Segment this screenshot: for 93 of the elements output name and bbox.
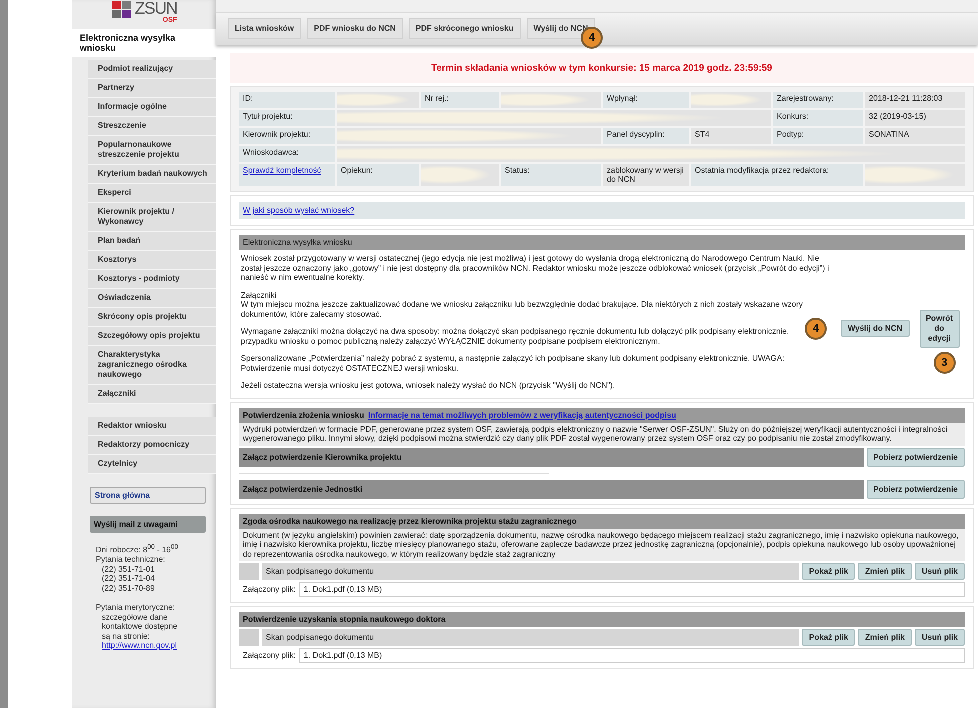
contact-text: (22) 351-71-04: [101, 574, 156, 584]
paragraph-text: Załączniki: [241, 290, 277, 300]
help-link[interactable]: W jaki sposób wysłać wniosek?: [243, 206, 355, 215]
download-button[interactable]: Pobierz potwierdzenie: [866, 480, 965, 498]
field-label: Opiekun:: [337, 164, 419, 186]
field-value: zablokowany w wersji do NCN: [603, 164, 689, 186]
description-text: Dokument (w języku angielskim) powinien zawierać: datę sporządzenia dokumentu, nazwę ośrodka naukowego będącego miejscem realizacji stażu zagranicznego, imię i nazwisko opiekuna naukowego, imię i nazwisko kierownika projektu, liczbę miesięcy planowanego stażu, oferowane zaplecze badawcze przez jednostkę zagraniczną (opcjonalnie), podpis opiekuna naukowego lub osoby upoważnionej do reprezentowania ośrodka naukowego, w którym realizowany będzie staż zagraniczny: [239, 528, 965, 561]
contact-text: kontaktowe dostępne: [101, 622, 179, 632]
file-bar: Skan podpisanego dokumentu: [262, 629, 800, 646]
sidebar-item[interactable]: Kierownik projektu / Wykonawcy: [88, 203, 216, 232]
step-number-badge: 4: [805, 318, 827, 340]
file-button[interactable]: Pokaż plik: [802, 563, 856, 580]
paragraph-text: W tym miejscu można jeszcze zaktualizować dodane we wniosku załączniku lub bezwzględnie dodać brakujące. Dla niektórych z nich zostały wskazane wzory dokumentów, które zalecamy stosować.: [241, 300, 804, 319]
action-button[interactable]: Wyślij do NCN: [841, 320, 910, 337]
file-button[interactable]: Usuń plik: [914, 629, 965, 646]
contact-text: szczegółowe dane: [101, 612, 169, 622]
field-label: Konkurs:: [773, 110, 863, 126]
deadline-banner: Termin składania wniosków w tym konkursie: 15 marca 2019 godz. 23:59:59: [230, 53, 974, 83]
field-value: 2018-12-21 11:28:03: [865, 92, 965, 108]
field-value: ST4: [691, 128, 771, 144]
sidebar-item[interactable]: Załączniki: [88, 385, 216, 404]
file-field: 1. Dok1.pdf (0,13 MB): [298, 648, 965, 663]
sidebar-item[interactable]: Informacje ogólne: [88, 98, 216, 117]
section-title: Potwierdzenia złożenia wniosku: [243, 410, 364, 420]
file-button[interactable]: Usuń plik: [914, 563, 965, 580]
field-label: Wpłynął:: [603, 92, 689, 108]
sidebar-item[interactable]: Streszczenie: [88, 117, 216, 136]
sidebar-item[interactable]: Kryterium badań naukowych: [88, 165, 216, 184]
file-bar: Skan podpisanego dokumentu: [262, 563, 800, 580]
file-button[interactable]: Zmień plik: [858, 563, 912, 580]
field-label: Status:: [501, 164, 601, 186]
tab[interactable]: Lista wniosków: [228, 18, 302, 39]
row-marker: [239, 563, 259, 580]
description-text: Wydruki potwierdzeń w formacie PDF, generowane przez system OSF, zawierają podpis elektroniczny o nazwie "Serwer OSF-ZSUN". Służy on do późniejszej weryfikacji autentyczności i integralności wygenerowanego pliku. Innymi słowy, dzięki podpisowi można stwierdzić czy dany plik PDF został wygenerowany przez system OSF oraz czy po podpisaniu nie został zmodyfikowany.: [239, 422, 965, 446]
contact-text: są na stronie:: [101, 632, 152, 642]
sidebar-item[interactable]: Podmiot realizujący: [88, 60, 216, 79]
contact-text: (22) 351-70-89: [101, 584, 156, 594]
contact-text: Dni robocze: 8$^{00}$ - 16$^{00}$: [96, 543, 180, 556]
file-button[interactable]: Zmień plik: [858, 629, 912, 646]
field-label: Tytuł projektu:: [239, 110, 335, 126]
sidebar-item[interactable]: Kosztorys: [88, 251, 216, 270]
field-label: Kierownik projektu:: [239, 128, 335, 144]
row-marker: [239, 629, 259, 646]
step-number-badge: 3: [934, 352, 956, 374]
field-value: 32 (2019-03-15): [865, 110, 965, 126]
paragraph-text: Wniosek został przygotowany w wersji ostatecznej (jego edycja nie jest możliwa) i jest gotowy do wysłania drogą elektroniczną do Narodowego Centrum Nauki. Nie został jeszcze oznaczony jako „gotowy” i nie jest dostępny dla pracowników NCN. Redaktor wniosku może jeszcze odblokować wniosek (przycisk „Powrót do edycji”) i nanieść w nim ewentualne korekty.: [241, 254, 830, 282]
sidebar-item[interactable]: Kosztorys - podmioty: [88, 270, 216, 289]
contact-text: (22) 351-71-01: [101, 564, 156, 574]
field-label: Zarejestrowany:: [773, 92, 863, 108]
section-header: Potwierdzenie uzyskania stopnia naukowego doktora: [239, 612, 965, 627]
attachment-bar: Załącz potwierdzenie Kierownika projektu: [239, 448, 864, 466]
field-label: Załączony plik:: [243, 585, 296, 594]
sidebar-item[interactable]: Elektroniczna wysyłka wniosku: [72, 29, 216, 57]
field-label: Wnioskodawca:: [239, 146, 335, 162]
sidebar-item[interactable]: Szczegółowy opis projektu: [88, 327, 216, 346]
field-label: Nr rej.:: [421, 92, 499, 108]
field-label: Ostatnia modyfikacja przez redaktora:: [691, 164, 863, 186]
field-label: Podtyp:: [773, 128, 863, 144]
tab[interactable]: PDF wniosku do NCN: [307, 18, 403, 39]
mail-button[interactable]: Wyślij mail z uwagami: [90, 516, 206, 533]
sidebar-item[interactable]: Redaktor wniosku: [88, 417, 216, 436]
sidebar-item[interactable]: Eksperci: [88, 184, 216, 203]
sidebar-item[interactable]: Charakterystyka zagranicznego ośrodka naukowego: [88, 346, 216, 385]
contact-text: Pytania merytoryczne:: [96, 603, 176, 613]
sidebar-item[interactable]: Plan badań: [88, 232, 216, 251]
sidebar-item[interactable]: Oświadczenia: [88, 289, 216, 308]
paragraph-text: Spersonalizowane „Potwierdzenia” należy pobrać z systemu, a następnie załączyć ich podpisane skany lub dokument podpisany elektronicznie. UWAGA: Potwierdzenie musi dotyczyć OSTATECZNEJ wersji wniosku.: [241, 354, 786, 373]
field-label: ID:: [239, 92, 335, 108]
home-link[interactable]: Strona główna: [90, 487, 206, 504]
paragraph-text: Wymagane załączniki można dołączyć na dwa sposoby: można dołączyć skan podpisanego ręcznie dokumentu lub dołączyć plik podpisany elektronicznie.: [241, 327, 790, 336]
download-button[interactable]: Pobierz potwierdzenie: [866, 448, 965, 466]
sidebar-item[interactable]: Partnerzy: [88, 79, 216, 98]
action-button[interactable]: Powrót do edycji: [920, 310, 960, 348]
logo-squares-icon: [112, 1, 132, 19]
file-button[interactable]: Pokaż plik: [802, 629, 856, 646]
sidebar-item[interactable]: Redaktorzy pomocniczy: [88, 436, 216, 455]
field-label: Panel dyscyplin:: [603, 128, 689, 144]
sidebar-item[interactable]: Popularnonaukowe streszczenie projektu: [88, 136, 216, 165]
website-link[interactable]: http://www.ncn.gov.pl: [96, 641, 210, 651]
sidebar-item[interactable]: Skrócony opis projektu: [88, 308, 216, 327]
file-field: 1. Dok1.pdf (0,13 MB): [298, 582, 965, 597]
sidebar-item[interactable]: Czytelnicy: [88, 455, 216, 474]
logo-text: ZSUN: [135, 0, 178, 17]
tab[interactable]: PDF skróconego wniosku: [408, 18, 521, 39]
contact-text: Pytania techniczne:: [96, 555, 166, 565]
field-label: Załączony plik:: [243, 651, 296, 660]
paragraph-text: Jeżeli ostateczna wersja wniosku jest gotowa, wniosek należy wysłać do NCN (przycisk "Wyślij do NCN").: [241, 381, 616, 390]
section-header: Zgoda ośrodka naukowego na realizację przez kierownika projektu stażu zagranicznego: [239, 514, 965, 528]
paragraph-text: przypadku wniosku o pomoc publiczną należy załączyć WYŁĄCZNIE dokumenty podpisane podpisem elektronicznym.: [241, 336, 660, 346]
section-header: Elektroniczna wysyłka wniosku: [239, 235, 965, 250]
attachment-bar: Załącz potwierdzenie Jednostki: [239, 480, 864, 498]
field-value: SONATINA: [865, 128, 965, 144]
info-link[interactable]: Informacje na temat możliwych problemów z weryfikacją autentyczności podpisu: [368, 410, 676, 420]
